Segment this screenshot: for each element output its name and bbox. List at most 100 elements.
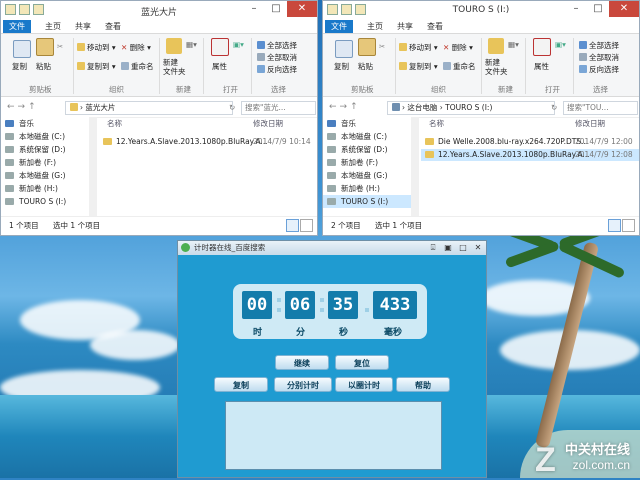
paste-icon (36, 38, 54, 56)
new-item-icon[interactable]: ▦▾ (508, 40, 519, 49)
nav-back-forward-up[interactable]: ←→↑ (7, 102, 39, 112)
file-row[interactable]: 12.Years.A.Slave.2013.1080p.BluRay.A... … (99, 136, 317, 148)
new-folder-button[interactable]: 新建 文件夹 (163, 58, 186, 76)
nav-item[interactable]: 系统保留 (D:) (1, 143, 89, 156)
pin-icon[interactable]: ⍗ (427, 242, 439, 253)
nav-item[interactable]: 新加卷 (H:) (323, 182, 411, 195)
tab-share[interactable]: 共享 (69, 20, 97, 33)
search-input[interactable]: 搜索"TOU... (563, 101, 638, 115)
copy-to-button[interactable]: 复制到 ▾ (77, 61, 116, 72)
group-clipboard: 剪贴板 (351, 85, 374, 94)
column-date[interactable]: 修改日期 (575, 117, 605, 130)
drive-icon (392, 103, 400, 111)
address-bar[interactable]: › 蓝光大片 (65, 101, 233, 115)
nav-back-forward-up[interactable]: ←→↑ (329, 102, 361, 112)
column-date[interactable]: 修改日期 (253, 117, 283, 130)
paste-icon (358, 38, 376, 56)
properties-button[interactable]: 属性 (534, 61, 549, 72)
paste-button[interactable]: 粘贴 (358, 61, 373, 72)
watermark-url: zol.com.cn (572, 458, 630, 472)
move-to-button[interactable]: 移动到 ▾ (399, 42, 438, 53)
invert-selection-button[interactable]: 反向选择 (257, 64, 297, 75)
copy-button[interactable]: 复制 (334, 61, 349, 72)
select-all-button[interactable]: 全部选择 (257, 40, 297, 51)
minimize-button[interactable]: – (565, 1, 587, 17)
new-folder-button[interactable]: 新建 文件夹 (485, 58, 508, 76)
paste-button[interactable]: 粘贴 (36, 61, 51, 72)
copy-to-button[interactable]: 复制到 ▾ (399, 61, 438, 72)
help-button[interactable]: 帮助 (396, 377, 450, 392)
nav-item[interactable]: 音乐 (323, 117, 411, 130)
open-icon[interactable]: ▣▾ (555, 40, 566, 49)
tab-file[interactable]: 文件 (325, 20, 353, 33)
new-item-icon[interactable]: ▦▾ (186, 40, 197, 49)
cut-icon[interactable]: ✂ (379, 42, 385, 51)
restore-button[interactable]: ▣ (442, 242, 454, 253)
nav-item[interactable]: 本地磁盘 (C:) (1, 130, 89, 143)
tab-share[interactable]: 共享 (391, 20, 419, 33)
open-icon[interactable]: ▣▾ (233, 40, 244, 49)
nav-item[interactable]: 新加卷 (H:) (1, 182, 89, 195)
details-view-icon[interactable] (608, 219, 621, 232)
column-name[interactable]: 名称 (107, 117, 122, 130)
nav-item[interactable]: 新加卷 (F:) (323, 156, 411, 169)
rename-icon (121, 62, 129, 70)
select-none-button[interactable]: 全部取消 (579, 52, 619, 63)
close-button[interactable]: ✕ (609, 1, 639, 17)
close-button[interactable]: ✕ (287, 1, 317, 17)
delete-button[interactable]: ✕ 删除 ▾ (443, 42, 473, 53)
nav-item[interactable]: 本地磁盘 (C:) (323, 130, 411, 143)
rename-button[interactable]: 重命名 (121, 61, 154, 72)
nav-item[interactable]: 音乐 (1, 117, 89, 130)
tab-view[interactable]: 查看 (99, 20, 127, 33)
details-view-icon[interactable] (286, 219, 299, 232)
minimize-button[interactable]: – (243, 1, 265, 17)
tiles-view-icon[interactable] (622, 219, 635, 232)
close-button[interactable]: ✕ (472, 242, 484, 253)
cut-icon[interactable]: ✂ (57, 42, 63, 51)
reset-button[interactable]: 复位 (335, 355, 389, 370)
lap-records-area[interactable] (225, 401, 442, 470)
file-row-selected[interactable]: 12.Years.A.Slave.2013.1080p.BluRay.A... … (421, 149, 639, 161)
lap-timing-button[interactable]: 以圈计时 (335, 377, 393, 392)
file-row[interactable]: Die Welle.2008.blu-ray.x264.720P.DTS... … (421, 136, 639, 148)
unit-seconds: 秒 (339, 328, 349, 338)
tab-home[interactable]: 主页 (39, 20, 67, 33)
ribbon: 复制 粘贴 ✂ 剪贴板 移动到 ▾ ✕ 删除 ▾ 复制到 ▾ 重命名 组织 新建… (323, 34, 639, 97)
column-name[interactable]: 名称 (429, 117, 444, 130)
search-input[interactable]: 搜索"蓝光... (241, 101, 316, 115)
maximize-button[interactable]: □ (265, 1, 287, 17)
tab-file[interactable]: 文件 (3, 20, 31, 33)
nav-scrollbar[interactable] (411, 117, 419, 217)
properties-icon (211, 38, 229, 56)
select-all-button[interactable]: 全部选择 (579, 40, 619, 51)
tab-home[interactable]: 主页 (361, 20, 389, 33)
refresh-icon[interactable]: ↻ (229, 103, 235, 112)
move-to-button[interactable]: 移动到 ▾ (77, 42, 116, 53)
properties-button[interactable]: 属性 (212, 61, 227, 72)
tab-view[interactable]: 查看 (421, 20, 449, 33)
nav-scrollbar[interactable] (89, 117, 97, 217)
delete-button[interactable]: ✕ 删除 ▾ (121, 42, 151, 53)
nav-item-selected[interactable]: TOURO S (I:) (323, 195, 411, 208)
split-timing-button[interactable]: 分别计时 (274, 377, 332, 392)
select-none-button[interactable]: 全部取消 (257, 52, 297, 63)
invert-selection-button[interactable]: 反向选择 (579, 64, 619, 75)
nav-item[interactable]: 本地磁盘 (G:) (323, 169, 411, 182)
folder-icon (425, 151, 434, 158)
address-bar[interactable]: › 这台电脑 › TOURO S (I:) (387, 101, 555, 115)
copy-button[interactable]: 复制 (12, 61, 27, 72)
nav-item[interactable]: 本地磁盘 (G:) (1, 169, 89, 182)
maximize-button[interactable]: □ (587, 1, 609, 17)
maximize-button[interactable]: □ (457, 242, 469, 253)
continue-button[interactable]: 继续 (275, 355, 329, 370)
refresh-icon[interactable]: ↻ (551, 103, 557, 112)
nav-item[interactable]: 系统保留 (D:) (323, 143, 411, 156)
nav-item[interactable]: 新加卷 (F:) (1, 156, 89, 169)
address-row: ←→↑ › 蓝光大片 ↻ 搜索"蓝光... (1, 97, 317, 118)
folder-copy-icon (399, 62, 407, 70)
rename-button[interactable]: 重命名 (443, 61, 476, 72)
tiles-view-icon[interactable] (300, 219, 313, 232)
copy-button[interactable]: 复制 (214, 377, 268, 392)
nav-item[interactable]: TOURO S (I:) (1, 195, 89, 208)
